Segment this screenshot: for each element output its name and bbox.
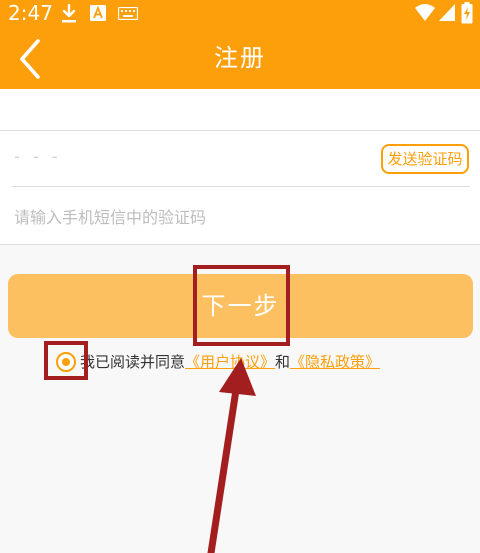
annotation-arrow [207,358,256,553]
